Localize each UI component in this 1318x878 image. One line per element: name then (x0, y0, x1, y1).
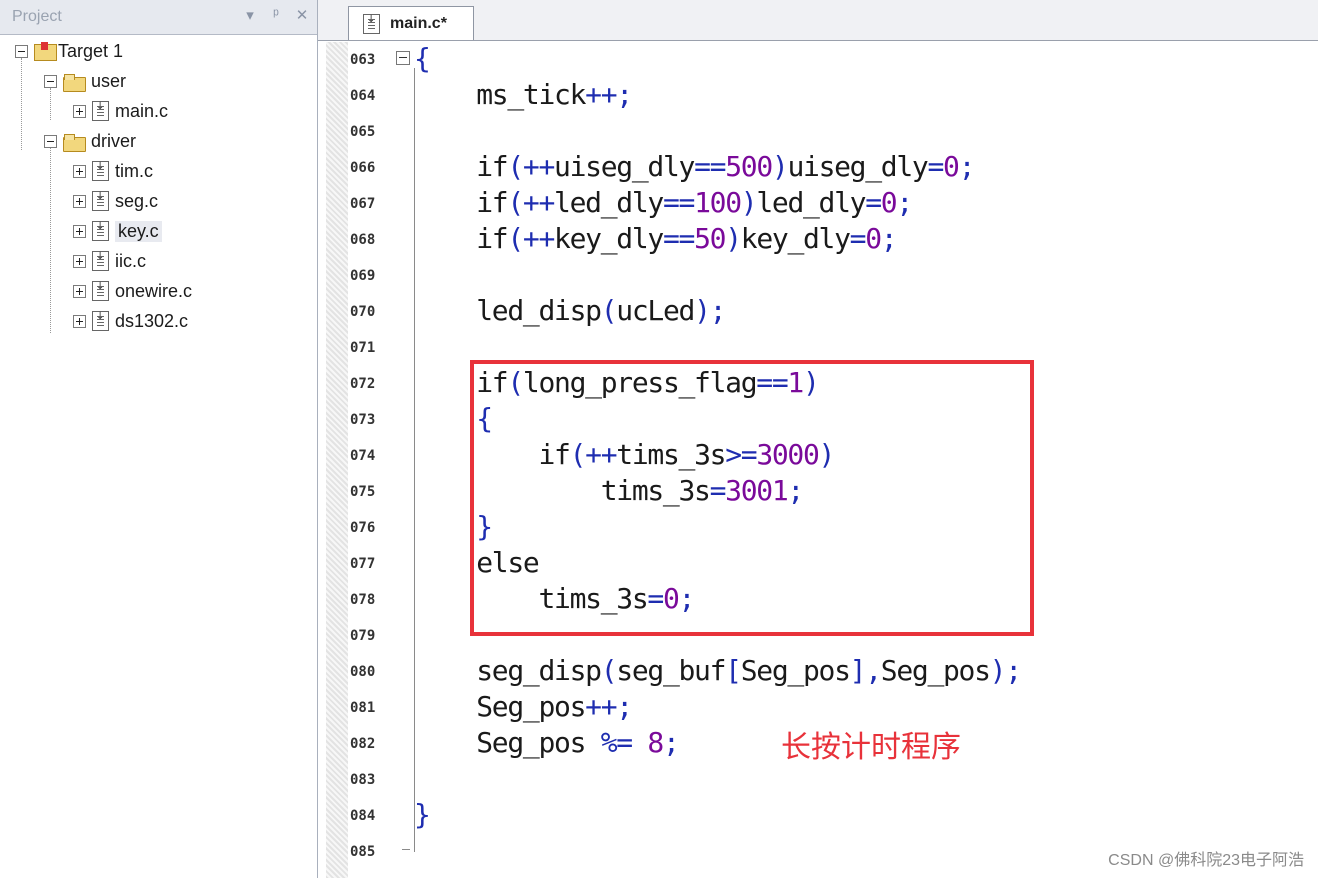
code-line[interactable]: Seg_pos++; (414, 690, 633, 723)
tree-node-onewire-c[interactable]: onewire.c (73, 277, 192, 305)
tree-label: ds1302.c (115, 310, 189, 331)
editor-tabbar: main.c* (318, 0, 1318, 41)
line-number: 067 (350, 196, 376, 212)
line-number: 081 (350, 700, 376, 716)
line-number: 070 (350, 304, 376, 320)
line-number: 071 (350, 340, 376, 356)
line-number: 072 (350, 376, 376, 392)
highlight-box (470, 360, 1034, 636)
tree-label: Target 1 (58, 40, 124, 61)
line-number: 065 (350, 124, 376, 140)
tree-label: iic.c (115, 250, 146, 271)
expand-icon[interactable] (73, 284, 86, 298)
tree-node-target[interactable]: Target 1 (15, 37, 123, 65)
line-number: 068 (350, 232, 376, 248)
file-icon (92, 311, 109, 331)
folder-icon (63, 74, 86, 92)
line-number: 084 (350, 808, 376, 824)
code-line[interactable]: Seg_pos %= 8; (414, 726, 680, 759)
line-number: 075 (350, 484, 376, 500)
gutter-margin (326, 42, 348, 878)
tree-node-key-c[interactable]: key.c (73, 217, 162, 245)
line-number: 076 (350, 520, 376, 536)
project-panel: Project ▾ ᵖ ✕ Target 1 user main.c drive… (0, 0, 318, 878)
tab-main-c[interactable]: main.c* (348, 6, 474, 40)
tree-node-tim-c[interactable]: tim.c (73, 157, 153, 185)
project-titlebar: Project ▾ ᵖ ✕ (0, 0, 317, 35)
line-number: 082 (350, 736, 376, 752)
file-icon (92, 101, 109, 121)
tree-label: tim.c (115, 160, 153, 181)
line-number: 080 (350, 664, 376, 680)
expand-icon[interactable] (73, 314, 86, 328)
tree-node-iic-c[interactable]: iic.c (73, 247, 146, 275)
line-number: 077 (350, 556, 376, 572)
tree-label: user (91, 70, 127, 91)
tree-node-driver[interactable]: driver (44, 127, 136, 155)
tree-label: onewire.c (115, 280, 193, 301)
collapse-icon[interactable] (44, 74, 57, 88)
code-line[interactable]: ms_tick++; (414, 78, 633, 111)
close-icon[interactable]: ✕ (292, 6, 312, 24)
line-number: 085 (350, 844, 376, 860)
tree-node-ds1302-c[interactable]: ds1302.c (73, 307, 188, 335)
tab-label: main.c* (390, 14, 447, 32)
project-title: Project (12, 8, 62, 25)
tree-label: driver (91, 130, 137, 151)
code-line[interactable]: if(++key_dly==50)key_dly=0; (414, 222, 897, 255)
tree-label: key.c (115, 220, 162, 242)
fold-collapse-icon[interactable] (396, 51, 410, 65)
file-icon (363, 13, 380, 34)
line-number: 083 (350, 772, 376, 788)
fold-end-marker (402, 849, 410, 850)
tree-node-seg-c[interactable]: seg.c (73, 187, 158, 215)
tree-node-user[interactable]: user (44, 67, 126, 95)
file-icon (92, 191, 109, 211)
code-line[interactable]: } (414, 798, 431, 831)
expand-icon[interactable] (73, 254, 86, 268)
file-icon (92, 251, 109, 271)
line-number: 069 (350, 268, 376, 284)
file-icon (92, 161, 109, 181)
line-number: 073 (350, 412, 376, 428)
file-icon (92, 281, 109, 301)
collapse-icon[interactable] (15, 44, 28, 58)
tree-label: main.c (115, 100, 169, 121)
pin-icon[interactable]: ᵖ (266, 6, 286, 23)
annotation-text: 长按计时程序 (781, 731, 961, 764)
project-tree: Target 1 user main.c driver tim.c seg.c (12, 36, 317, 878)
file-icon (92, 221, 109, 241)
code-line[interactable]: seg_disp(seg_buf[Seg_pos],Seg_pos); (414, 654, 1022, 687)
expand-icon[interactable] (73, 104, 86, 118)
watermark: CSDN @佛科院23电子阿浩 (1108, 852, 1304, 869)
code-line[interactable]: led_disp(ucLed); (414, 294, 726, 327)
tree-node-main-c[interactable]: main.c (73, 97, 168, 125)
collapse-icon[interactable] (44, 134, 57, 148)
line-number: 064 (350, 88, 376, 104)
target-icon (34, 42, 57, 61)
code-line[interactable]: { (414, 42, 431, 75)
code-line[interactable]: if(++led_dly==100)led_dly=0; (414, 186, 913, 219)
folder-icon (63, 134, 86, 152)
tree-label: seg.c (115, 190, 159, 211)
code-line[interactable]: if(++uiseg_dly==500)uiseg_dly=0; (414, 150, 975, 183)
line-number: 063 (350, 52, 376, 68)
line-number: 079 (350, 628, 376, 644)
dropdown-icon[interactable]: ▾ (240, 6, 260, 24)
expand-icon[interactable] (73, 224, 86, 238)
line-number: 074 (350, 448, 376, 464)
line-number: 066 (350, 160, 376, 176)
expand-icon[interactable] (73, 164, 86, 178)
expand-icon[interactable] (73, 194, 86, 208)
line-number: 078 (350, 592, 376, 608)
